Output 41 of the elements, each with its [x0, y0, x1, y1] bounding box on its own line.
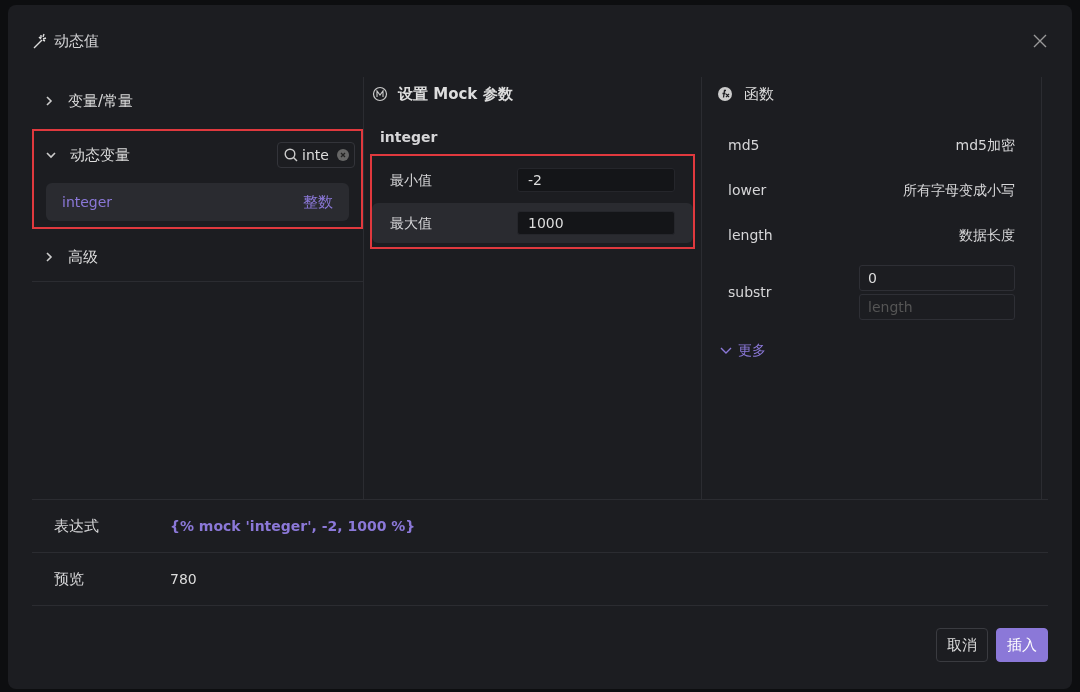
section-title: 设置 Mock 参数	[398, 83, 513, 105]
chevron-icon[interactable]	[46, 150, 56, 160]
clear-icon[interactable]	[337, 149, 349, 161]
variable-item[interactable]: integer 整数	[46, 183, 349, 221]
group-label[interactable]: 动态变量	[70, 143, 130, 167]
section-title: 函数	[744, 83, 774, 105]
expression-value: {% mock 'integer', -2, 1000 %}	[170, 516, 416, 536]
close-button[interactable]	[1032, 33, 1048, 49]
argument-input[interactable]: 0	[859, 264, 1015, 291]
param-subtitle: integer	[379, 128, 439, 147]
cancel-button[interactable]: 取消	[936, 628, 988, 662]
function-name: lower	[728, 181, 767, 200]
expression-label: 表达式	[54, 515, 100, 537]
group-label[interactable]: 高级	[68, 245, 98, 269]
group-label[interactable]: 变量/常量	[68, 89, 134, 113]
param-input[interactable]: -2	[517, 168, 675, 192]
dialog-title: 动态值	[54, 30, 99, 52]
param-label: 最大值	[390, 213, 432, 233]
preview-label: 预览	[54, 568, 85, 590]
function-desc: 所有字母变成小写	[903, 181, 1015, 200]
function-icon	[718, 87, 732, 101]
search-icon	[284, 148, 298, 162]
magic-wand-icon	[32, 33, 48, 49]
function-name: md5	[728, 136, 760, 155]
chevron-icon	[720, 346, 732, 355]
argument-input[interactable]: length	[859, 293, 1015, 320]
param-input[interactable]: 1000	[517, 211, 675, 235]
function-name: substr	[728, 282, 772, 302]
preview-value: 780	[170, 569, 197, 589]
variable-name: integer	[62, 192, 113, 212]
search-field[interactable]: inte	[277, 142, 355, 168]
chevron-icon[interactable]	[44, 96, 54, 106]
variable-desc: 整数	[303, 191, 333, 213]
function-desc: 数据长度	[959, 226, 1015, 245]
function-name: length	[728, 226, 773, 245]
mock-icon	[372, 86, 388, 102]
chevron-icon[interactable]	[44, 252, 54, 262]
param-label: 最小值	[390, 170, 432, 190]
more-button[interactable]: 更多	[716, 340, 770, 361]
insert-button[interactable]: 插入	[996, 628, 1048, 662]
function-desc: md5加密	[955, 136, 1015, 155]
